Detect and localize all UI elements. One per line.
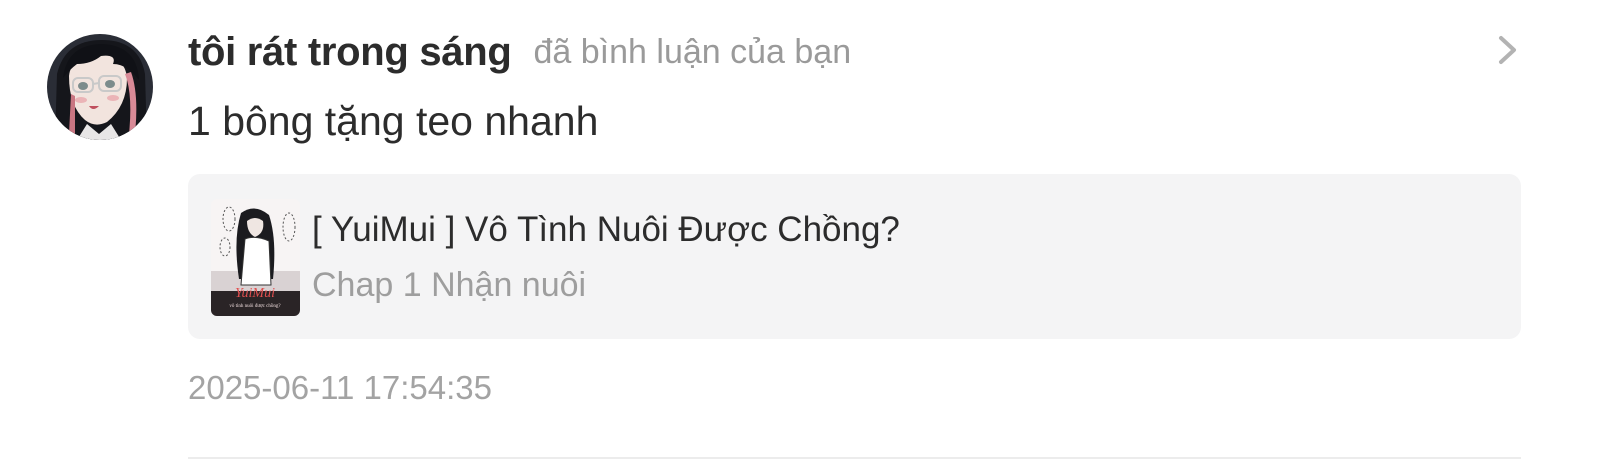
user-avatar-icon: [47, 34, 153, 140]
action-text: đã bình luận của bạn: [533, 32, 852, 71]
username[interactable]: tôi rát trong sáng: [188, 30, 512, 75]
story-card[interactable]: YuiMui vô tình nuôi được chồng? [ YuiMui…: [188, 174, 1521, 339]
comment-text: 1 bông tặng teo nhanh: [188, 98, 599, 144]
comment-notification[interactable]: tôi rát trong sáng đã bình luận của bạn …: [0, 0, 1600, 470]
story-title: [ YuiMui ] Vô Tình Nuôi Được Chồng?: [312, 210, 900, 249]
chevron-right-icon[interactable]: [1490, 30, 1526, 70]
divider: [188, 457, 1521, 459]
chapter-label: Chap 1 Nhận nuôi: [312, 266, 587, 304]
story-cover: YuiMui vô tình nuôi được chồng?: [211, 199, 300, 316]
cover-title-text: YuiMui: [235, 286, 275, 301]
cover-subtitle-text: vô tình nuôi được chồng?: [229, 304, 281, 309]
timestamp: 2025-06-11 17:54:35: [188, 369, 492, 406]
user-avatar[interactable]: [47, 34, 153, 140]
notification-header: tôi rát trong sáng đã bình luận của bạn: [188, 26, 851, 78]
